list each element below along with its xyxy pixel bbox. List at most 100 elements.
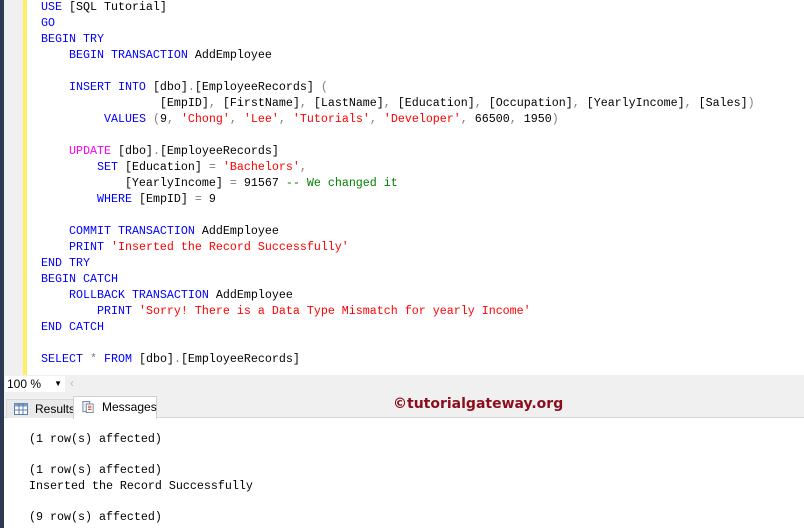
scroll-left-icon[interactable]: ‹ bbox=[70, 376, 74, 390]
code-token: , bbox=[229, 112, 244, 126]
tab-messages[interactable]: Messages bbox=[73, 396, 157, 419]
chevron-down-icon: ▼ bbox=[54, 379, 62, 388]
message-line: Inserted the Record Successfully bbox=[29, 478, 253, 493]
code-token: , bbox=[474, 96, 489, 110]
code-token: , bbox=[572, 96, 587, 110]
code-token: 'Inserted the Record Successfully' bbox=[110, 240, 349, 254]
code-token: [Education] bbox=[397, 96, 475, 110]
code-token: , bbox=[684, 96, 699, 110]
code-token: 'Tutorials' bbox=[292, 112, 370, 126]
code-token: SET bbox=[96, 160, 125, 174]
message-line: (1 row(s) affected) bbox=[29, 432, 162, 446]
code-token: [EmpID] bbox=[138, 192, 195, 206]
code-token: [EmployeeRecords] bbox=[194, 80, 321, 94]
code-token: , bbox=[299, 160, 307, 174]
messages-pane: (1 row(s) affected) (1 row(s) affected) In… bbox=[4, 419, 804, 528]
code-token: ( bbox=[320, 80, 328, 94]
code-line: [EmpID], [FirstName], [LastName], [Educa… bbox=[41, 95, 755, 111]
code-token: PRINT bbox=[96, 304, 139, 318]
message-line: (9 row(s) affected) bbox=[29, 509, 162, 524]
code-line: BEGIN CATCH bbox=[41, 271, 755, 287]
code-token: 9 bbox=[159, 112, 167, 126]
code-token: COMMIT TRANSACTION bbox=[68, 224, 202, 238]
code-token: [dbo] bbox=[117, 144, 153, 158]
tab-results-label: Results bbox=[35, 402, 76, 416]
code-token: [Sales] bbox=[698, 96, 748, 110]
code-token: . bbox=[173, 352, 181, 366]
code-token: 'Developer' bbox=[383, 112, 461, 126]
code-line: ROLLBACK TRANSACTION AddEmployee bbox=[41, 287, 755, 303]
code-line: VALUES (9, 'Chong', 'Lee', 'Tutorials', … bbox=[41, 111, 755, 127]
code-token: GO bbox=[41, 16, 55, 30]
code-token: [EmpID] bbox=[41, 96, 209, 110]
code-token: AddEmployee bbox=[194, 48, 272, 62]
code-token: , bbox=[383, 96, 398, 110]
code-token: VALUES bbox=[103, 112, 153, 126]
code-token: ( bbox=[152, 112, 160, 126]
code-token: SELECT bbox=[41, 352, 90, 366]
code-token: ) bbox=[747, 96, 755, 110]
code-token: [EmployeeRecords] bbox=[159, 144, 279, 158]
code-token: [FirstName] bbox=[222, 96, 300, 110]
code-token: WHERE bbox=[96, 192, 139, 206]
code-line: END TRY bbox=[41, 255, 755, 271]
code-token: [Education] bbox=[124, 160, 209, 174]
tab-results[interactable]: Results bbox=[6, 399, 76, 418]
code-token: , bbox=[460, 112, 475, 126]
tab-messages-label: Messages bbox=[102, 400, 157, 414]
sql-code[interactable]: USE [SQL Tutorial] GO BEGIN TRY BEGIN TRAN… bbox=[41, 0, 755, 367]
code-token: , bbox=[166, 112, 181, 126]
code-line: UPDATE [dbo].[EmployeeRecords] bbox=[41, 143, 755, 159]
code-token: [dbo] bbox=[152, 80, 188, 94]
code-token: * bbox=[89, 352, 104, 366]
message-line bbox=[29, 448, 253, 464]
code-token: [YearlyIncome] bbox=[41, 176, 230, 190]
zoom-value: 100 % bbox=[7, 377, 42, 391]
code-token: [EmployeeRecords] bbox=[180, 352, 300, 366]
zoom-bar: 100 % ▼ ‹ bbox=[4, 375, 804, 395]
code-token: ) bbox=[551, 112, 559, 126]
code-token: . bbox=[152, 144, 160, 158]
code-token: [YearlyIncome] bbox=[586, 96, 685, 110]
message-line bbox=[29, 494, 253, 510]
messages-output: (1 row(s) affected) (1 row(s) affected) In… bbox=[29, 432, 253, 525]
code-line: END CATCH bbox=[41, 319, 755, 335]
code-line: SET [Education] = 'Bachelors', bbox=[41, 159, 755, 175]
code-line: USE [SQL Tutorial] bbox=[41, 0, 755, 15]
code-token: 'Sorry! There is a Data Type Mismatch fo… bbox=[138, 304, 531, 318]
code-token: = bbox=[208, 160, 223, 174]
code-token: [SQL Tutorial] bbox=[68, 0, 167, 14]
code-token: USE bbox=[41, 0, 69, 14]
code-token: [Occupation] bbox=[488, 96, 573, 110]
code-token: , bbox=[509, 112, 524, 126]
code-line: INSERT INTO [dbo].[EmployeeRecords] ( bbox=[41, 79, 755, 95]
code-token: BEGIN TRANSACTION bbox=[68, 48, 195, 62]
code-token: 'Bachelors' bbox=[222, 160, 300, 174]
code-token: , bbox=[278, 112, 293, 126]
message-line: (1 row(s) affected) bbox=[29, 463, 162, 477]
code-token: , bbox=[208, 96, 223, 110]
messages-icon bbox=[82, 401, 94, 413]
query-editor[interactable]: USE [SQL Tutorial] GO BEGIN TRY BEGIN TRAN… bbox=[0, 0, 804, 375]
code-line: GO bbox=[41, 15, 755, 31]
code-token: = bbox=[229, 176, 244, 190]
watermark: ©tutorialgateway.org bbox=[393, 396, 564, 412]
code-line: SELECT * FROM [dbo].[EmployeeRecords] bbox=[41, 351, 755, 367]
code-line: PRINT 'Inserted the Record Successfully' bbox=[41, 239, 755, 255]
code-token: AddEmployee bbox=[201, 224, 279, 238]
code-token: 9 bbox=[208, 192, 216, 206]
code-token: 1950 bbox=[523, 112, 552, 126]
zoom-select[interactable]: 100 % ▼ bbox=[5, 376, 65, 392]
code-token: ROLLBACK TRANSACTION bbox=[68, 288, 216, 302]
code-token: = bbox=[194, 192, 209, 206]
code-line: COMMIT TRANSACTION AddEmployee bbox=[41, 223, 755, 239]
